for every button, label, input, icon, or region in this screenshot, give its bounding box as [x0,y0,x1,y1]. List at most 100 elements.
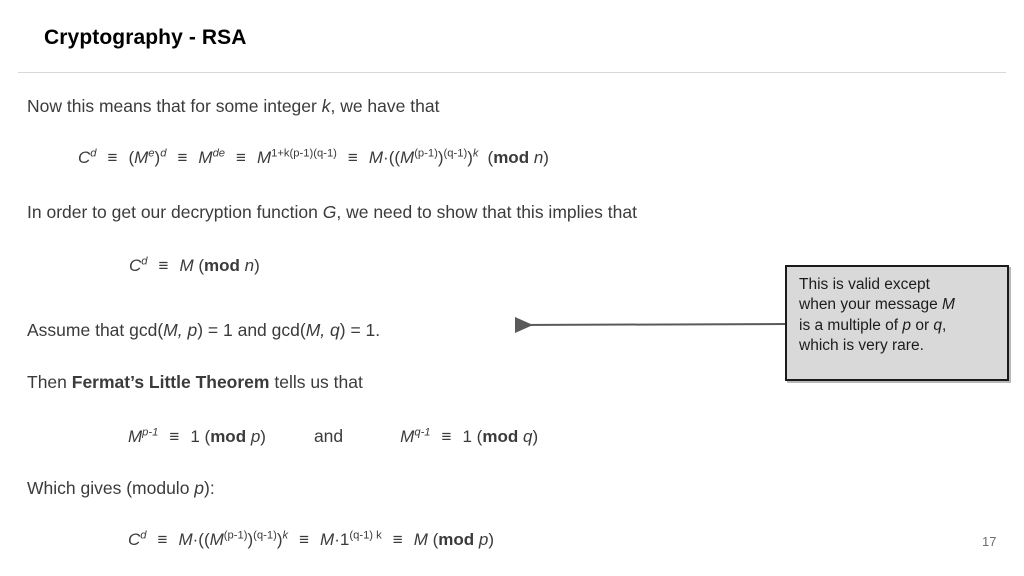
callout-line-4-text: which is very rare. [799,337,924,355]
eq4-operator-1: ≡ [157,530,168,549]
callout-line-3-var-1: p [902,316,912,334]
eq3-right-mod-close: ) [532,427,539,446]
callout-connector-arrow [514,317,789,334]
callout-line-3-post: , [942,316,947,334]
eq1-term2-base: M [134,148,149,167]
equation-congruence-chain: Cd ≡ (Me)d ≡ Mde ≡ M1+k(p-1)(q-1) ≡ M·((M(p-1))(… [78,148,549,168]
callout-line-3-var-2: q [933,316,943,334]
eq2-mod-keyword: mod [204,256,240,275]
title-divider [18,72,1006,73]
which-gives-post: ): [204,478,215,498]
eq4-mod-modulus: p [478,530,489,549]
eq1-mod-keyword: mod [493,148,530,167]
eq1-term1-base: C [78,148,91,167]
which-gives-pre: Which gives (modulo [27,478,195,498]
eq1-term5-outer-exponent: k [472,147,479,160]
eq3-right-operator: ≡ [441,427,452,446]
eq1-term3-exponent: de [212,147,226,160]
gcd-var-2: M, q [305,320,340,340]
callout-line-3-mid: or [911,316,934,334]
paragraph-intro-pre: Now this means that for some integer [27,96,322,116]
eq3-left-operator: ≡ [169,427,180,446]
fermat-post: tells us that [269,372,363,392]
eq3-left-mod-keyword: mod [210,427,247,446]
eq2-term1-exponent: d [141,255,148,268]
eq1-term5-inner-exponent: (p-1) [414,147,438,160]
paragraph-intro-post: , we have that [330,96,440,116]
eq1-term5-inner-base: M [400,148,415,167]
gcd-mid: ) = 1 and gcd( [197,320,306,340]
paragraph-decryption-post: , we need to show that this implies that [336,202,637,222]
fermat-theorem-name: Fermat’s Little Theorem [71,372,270,392]
page-number: 17 [982,534,997,549]
eq1-term5-open: (( [388,148,401,167]
eq4-operator-3: ≡ [392,530,403,549]
paragraph-decryption-function: In order to get our decryption function … [27,202,637,223]
paragraph-decryption-pre: In order to get our decryption function [27,202,323,222]
callout-line-3: is a multiple of p or q, [799,316,999,336]
eq1-term5-base: M [368,148,384,167]
eq3-right-mod-keyword: mod [482,427,519,446]
eq3-left-mod-close: ) [260,427,266,446]
eq4-term1-exponent: d [140,529,147,542]
eq3-right-base: M [400,427,415,446]
callout-line-3-pre: is a multiple of [799,316,903,334]
eq4-mod-close: ) [488,530,495,549]
eq4-term3-one: 1 [339,530,350,549]
callout-line-1: This is valid except [799,275,999,295]
fermat-pre: Then [27,372,72,392]
eq2-mod-close: ) [254,256,260,275]
eq3-left-one: 1 [190,427,200,446]
callout-box: This is valid except when your message M… [785,265,1009,381]
eq1-operator-2: ≡ [177,148,188,167]
callout-line-2-var: M [942,296,955,314]
eq4-term2-inner-base: M [209,530,224,549]
eq4-term2-outer-exponent: k [282,529,289,542]
eq1-operator-1: ≡ [107,148,118,167]
eq3-conjunction: and [313,426,344,446]
eq1-mod-close: ) [543,148,549,167]
eq3-left-modulus: p [250,427,261,446]
eq4-term2-open: (( [198,530,210,549]
gcd-var-1: M, p [163,320,198,340]
eq4-term2-base: M [178,530,193,549]
callout-line-1-text: This is valid except [799,276,930,293]
callout-line-2: when your message M [799,295,999,315]
eq4-term2-inner-exponent: (p-1) [223,529,248,542]
eq4-term3-base: M [320,530,335,549]
paragraph-which-gives: Which gives (modulo p): [27,478,215,499]
callout-line-4: which is very rare. [799,336,999,356]
eq1-term2-outer-exponent: d [160,147,167,160]
eq2-term2: M [179,256,194,275]
equation-fermat-pair: Mp-1 ≡ 1 (mod p) and Mq-1 ≡ 1 (mod q) [128,426,538,447]
equation-final-derivation: Cd ≡ M·((M(p-1))(q-1))k ≡ M·1(q-1) k ≡ M (mod … [128,530,494,550]
eq1-operator-4: ≡ [347,148,358,167]
eq1-term1-exponent: d [90,147,97,160]
gcd-pre: Assume that gcd( [27,320,164,340]
paragraph-intro: Now this means that for some integer k, … [27,96,439,117]
callout-text: This is valid except when your message M… [799,275,999,357]
eq4-term2-second-exponent: (q-1) [253,529,277,542]
eq1-term3-base: M [198,148,213,167]
paragraph-decryption-var: G [322,202,337,222]
eq1-mod-modulus: n [533,148,544,167]
eq4-term1-base: C [128,530,141,549]
eq4-operator-2: ≡ [299,530,310,549]
eq1-operator-3: ≡ [236,148,246,167]
eq3-right-exponent: q-1 [414,426,431,439]
eq3-left-base: M [128,427,143,446]
eq4-term4: M [413,530,428,549]
eq4-term3-exponent: (q-1) k [349,529,382,542]
page-title: Cryptography - RSA [44,26,247,49]
equation-goal-congruence: Cd ≡ M (mod n) [129,256,260,276]
eq2-mod-modulus: n [244,256,255,275]
callout-line-2-pre: when your message [799,296,943,314]
eq2-term1-base: C [129,256,142,275]
which-gives-var: p [194,478,205,498]
paragraph-fermat-intro: Then Fermat’s Little Theorem tells us th… [27,372,363,393]
eq1-term4-base: M [256,148,272,167]
eq4-mod-keyword: mod [438,530,475,549]
eq3-right-one: 1 [462,427,472,446]
eq1-term5-second-exponent: (q-1) [443,147,468,160]
eq1-term4-exponent: 1+k(p-1)(q-1) [271,147,337,160]
